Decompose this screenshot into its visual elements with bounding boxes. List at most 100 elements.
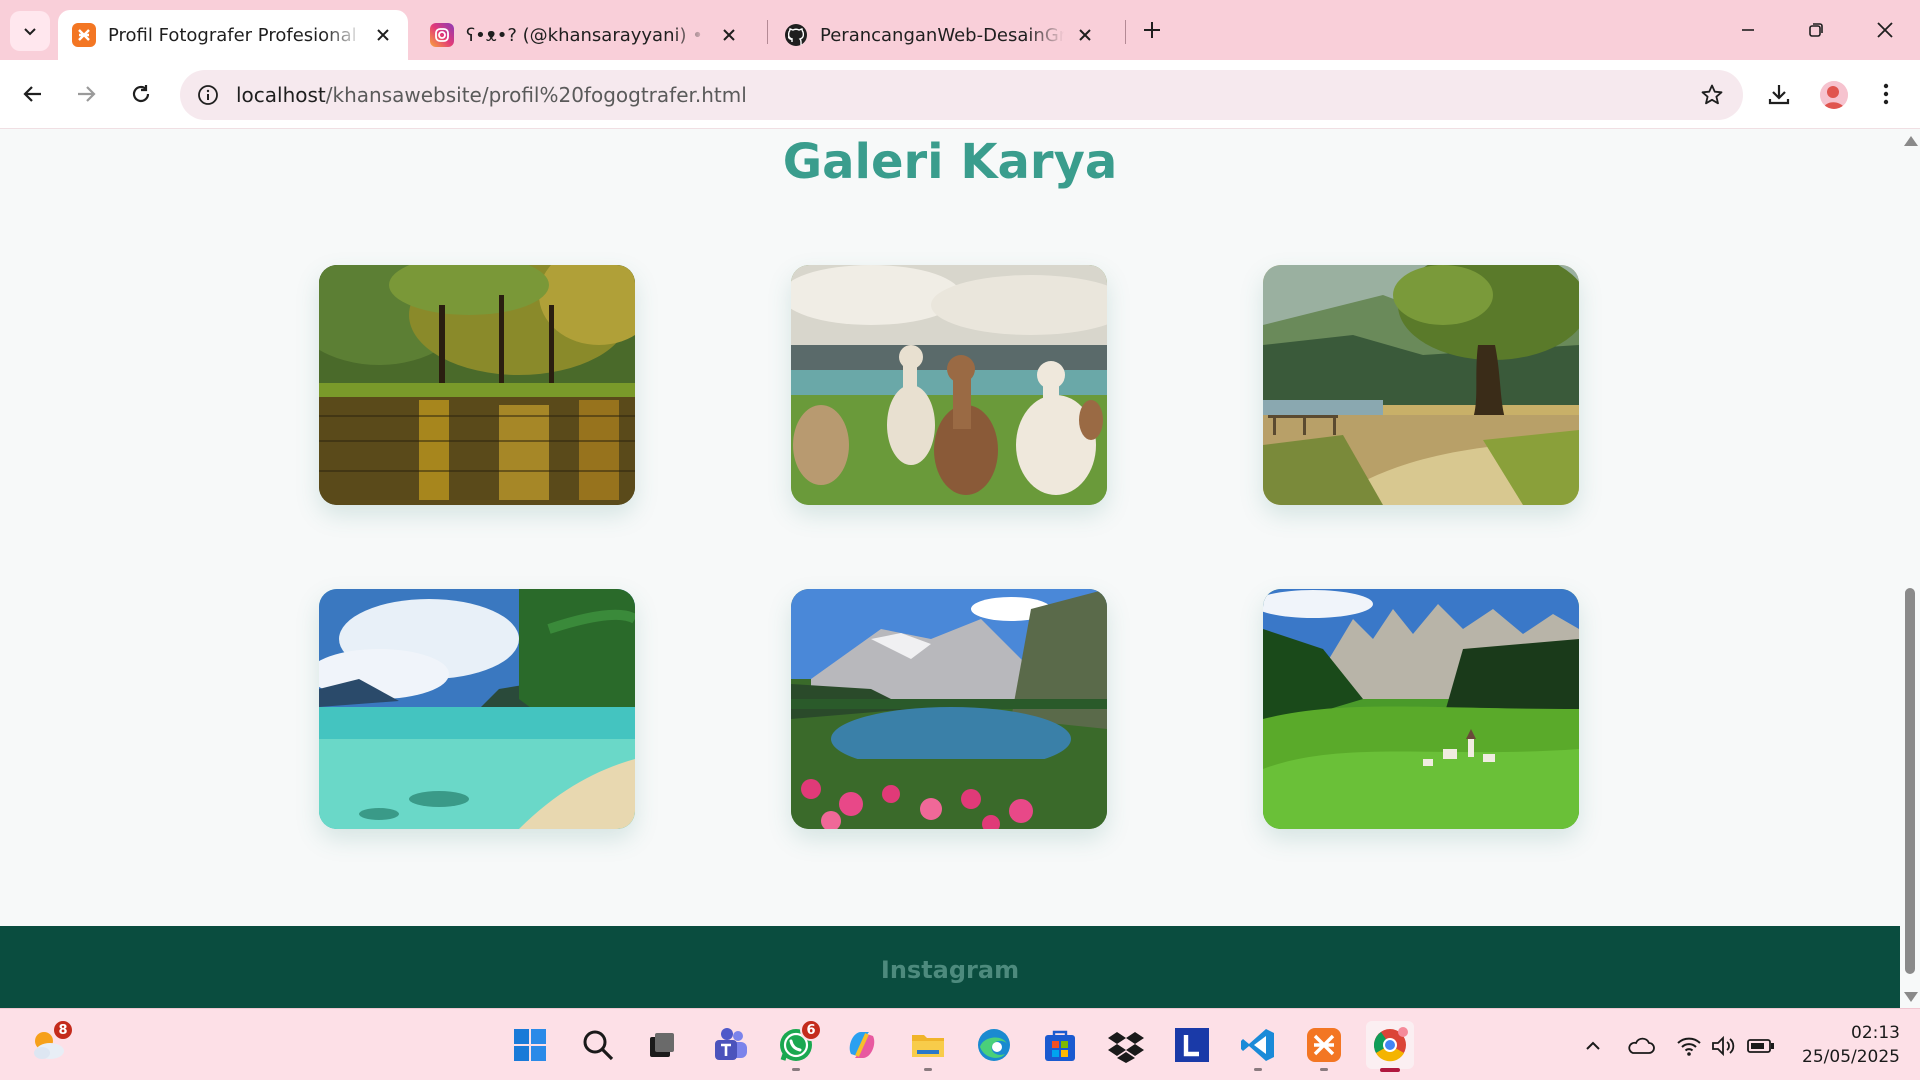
running-indicator [1320,1068,1328,1071]
tab-profil-fotografer[interactable]: Profil Fotografer Profesional de [58,10,408,60]
store-icon [1045,1030,1075,1061]
github-icon [784,23,808,47]
chevron-up-icon [1586,1041,1600,1050]
url-text: localhost/khansawebsite/profil%20fogogtr… [236,83,747,107]
running-indicator [1254,1068,1262,1071]
alpine-lake-photo[interactable] [791,589,1107,829]
file-explorer-app[interactable] [904,1021,952,1071]
speaker-icon [1712,1035,1735,1057]
page-viewport: Galeri Karya Instagram [0,130,1900,1008]
reload-icon [132,85,150,103]
running-indicator [792,1068,800,1071]
dolomites-village-photo[interactable] [1263,589,1579,829]
tab-title: ʕ•ᴥ•? (@khansarayyani) • Instagram [466,24,708,46]
copilot-app[interactable] [838,1021,886,1069]
teams-app[interactable] [706,1021,754,1069]
tab-strip: Profil Fotografer Profesional de ʕ•ᴥ•? (… [0,0,1920,60]
reload-button[interactable] [120,73,162,115]
tropical-beach-photo[interactable] [319,589,635,829]
dropbox-app[interactable] [1102,1021,1150,1069]
microsoft-store-app[interactable] [1036,1021,1084,1069]
more-vertical-icon [1883,83,1889,105]
running-indicator [924,1068,932,1071]
downloads-button[interactable] [1758,73,1800,115]
scrollbar-thumb[interactable] [1905,588,1915,974]
search-icon [583,1030,614,1061]
address-bar[interactable]: localhost/khansawebsite/profil%20fogogtr… [180,70,1743,120]
scroll-up-arrow-icon[interactable] [1904,136,1918,146]
whatsapp-app[interactable]: 6 [772,1019,822,1071]
windows-taskbar: 8 6 02:13 25/05/2025 [0,1008,1920,1080]
minimize-icon [1742,29,1754,31]
edge-app[interactable] [970,1021,1018,1069]
restore-icon [1809,23,1823,37]
site-info-icon[interactable] [194,81,222,109]
restore-button[interactable] [1788,8,1844,52]
vscode-icon [1241,1029,1274,1061]
notification-badge: 8 [52,1019,74,1041]
search-button[interactable] [574,1021,622,1069]
volume-tray-icon[interactable] [1708,1031,1738,1061]
arrow-left-icon [23,86,41,102]
clock-time: 02:13 [1851,1023,1900,1043]
url-host: localhost [236,83,326,107]
clock-date: 25/05/2025 [1802,1047,1900,1067]
copilot-icon [849,1032,875,1058]
l-app[interactable] [1168,1021,1216,1069]
battery-icon [1747,1039,1774,1053]
teams-icon [715,1028,747,1060]
profile-avatar[interactable] [1820,81,1848,109]
back-button[interactable] [12,73,54,115]
task-view-icon [650,1033,674,1057]
edge-icon [978,1029,1010,1061]
weather-widget[interactable]: 8 [24,1019,74,1069]
chevron-down-icon [24,28,36,36]
xampp-app[interactable] [1300,1021,1348,1071]
chrome-icon [1373,1027,1408,1062]
active-indicator [1380,1068,1400,1072]
wifi-icon [1677,1037,1701,1056]
instagram-link[interactable]: Instagram [0,956,1900,984]
arrow-right-icon [78,86,96,102]
onedrive-tray-icon[interactable] [1626,1031,1656,1061]
page-scrollbar[interactable] [1900,130,1920,1008]
menu-button[interactable] [1865,73,1907,115]
tree-landscape-photo[interactable] [1263,265,1579,505]
close-window-button[interactable] [1857,8,1913,52]
forest-lake-photo[interactable] [319,265,635,505]
l-letter-icon [1175,1028,1209,1062]
start-button[interactable] [506,1021,554,1069]
url-path: /khansawebsite/profil%20fogogtrafer.html [325,83,747,107]
bookmark-star-icon[interactable] [1699,82,1725,108]
close-icon[interactable] [372,24,394,46]
close-icon[interactable] [1074,24,1096,46]
taskbar-clock[interactable]: 02:13 25/05/2025 [1780,1021,1900,1069]
alpacas-photo[interactable] [791,265,1107,505]
download-icon [1768,85,1790,105]
instagram-icon [430,23,454,47]
show-hidden-icons-button[interactable] [1578,1031,1608,1061]
wifi-tray-icon[interactable] [1674,1031,1704,1061]
tab-github[interactable]: PerancanganWeb-DesainGrafis [770,10,1110,60]
close-icon[interactable] [718,24,740,46]
tab-instagram[interactable]: ʕ•ᴥ•? (@khansarayyani) • Instagram [416,10,754,60]
cloud-icon [1628,1037,1655,1054]
folder-icon [912,1035,944,1057]
minimize-button[interactable] [1720,8,1776,52]
notification-badge: 6 [800,1019,822,1041]
forward-button[interactable] [65,73,107,115]
chrome-app[interactable] [1366,1021,1414,1072]
scroll-down-arrow-icon[interactable] [1904,992,1918,1002]
battery-tray-icon[interactable] [1746,1031,1776,1061]
tab-title: Profil Fotografer Profesional de [108,24,362,46]
tab-divider [1125,20,1126,44]
vscode-app[interactable] [1234,1021,1282,1071]
page-footer: Instagram [0,926,1900,1008]
tab-divider [767,20,768,44]
plus-icon [1144,22,1160,38]
task-view-button[interactable] [638,1021,686,1069]
tab-search-button[interactable] [10,11,50,51]
xampp-icon [1307,1028,1341,1062]
new-tab-button[interactable] [1134,12,1170,48]
tab-title: PerancanganWeb-DesainGrafis [820,24,1064,46]
